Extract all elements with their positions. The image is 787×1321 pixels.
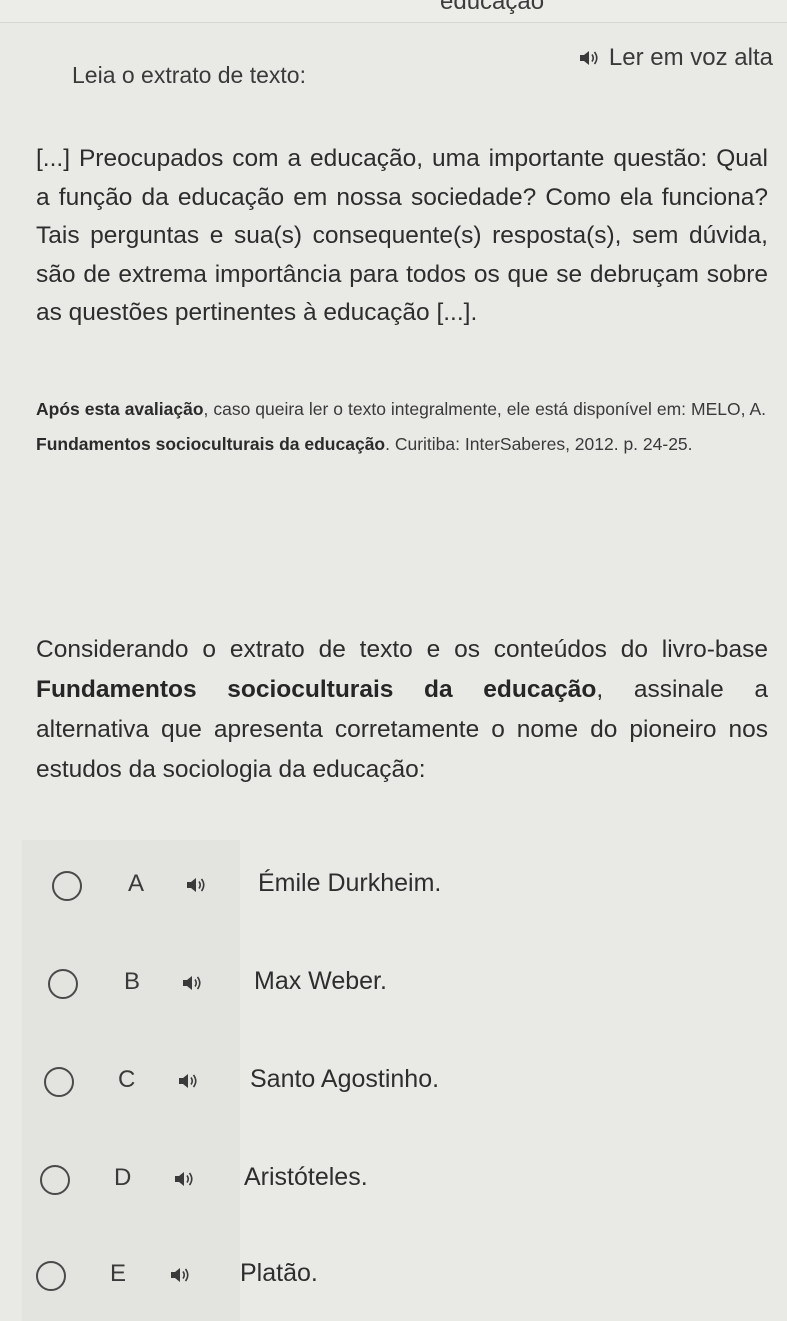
option-text: Max Weber.	[254, 967, 387, 995]
radio-icon[interactable]	[40, 1165, 70, 1195]
option-letter: D	[114, 1164, 132, 1191]
speaker-icon[interactable]	[170, 1266, 192, 1284]
option-text: Émile Durkheim.	[258, 869, 442, 897]
read-aloud-button[interactable]: Ler em voz alta	[579, 44, 773, 72]
radio-icon[interactable]	[36, 1261, 66, 1291]
option-d[interactable]: D Aristóteles.	[0, 1150, 560, 1210]
speaker-icon[interactable]	[178, 1072, 200, 1090]
radio-icon[interactable]	[44, 1067, 74, 1097]
radio-icon[interactable]	[52, 871, 82, 901]
source-citation: Após esta avaliação, caso queira ler o t…	[36, 392, 766, 462]
option-text: Platão.	[240, 1259, 318, 1287]
option-e[interactable]: E Platão.	[0, 1246, 560, 1306]
read-aloud-label: Ler em voz alta	[608, 44, 773, 71]
speaker-icon[interactable]	[186, 876, 208, 894]
source-text-2: . Curitiba: InterSaberes, 2012. p. 24-25…	[385, 434, 693, 454]
option-letter: B	[124, 968, 141, 995]
question-book-title: Fundamentos socioculturais da educação	[36, 676, 597, 703]
option-letter: C	[118, 1066, 136, 1093]
source-text-1: , caso queira ler o texto integralmente,…	[203, 399, 766, 419]
speaker-icon[interactable]	[174, 1170, 196, 1188]
text-excerpt: [...] Preocupados com a educação, uma im…	[36, 145, 768, 326]
question-text: Considerando o extrato de texto e os con…	[36, 630, 768, 790]
option-a[interactable]: A Émile Durkheim.	[0, 856, 560, 916]
option-text: Santo Agostinho.	[250, 1065, 440, 1093]
source-book-title: Fundamentos socioculturais da educação	[36, 434, 386, 454]
source-bold-lead: Após esta avaliação	[36, 399, 204, 419]
option-letter: A	[128, 870, 145, 897]
instruction-text: Leia o extrato de texto:	[72, 62, 306, 88]
speaker-icon[interactable]	[182, 974, 204, 992]
option-b[interactable]: B Max Weber.	[0, 954, 560, 1014]
radio-icon[interactable]	[48, 969, 78, 999]
top-bar: educação	[0, 0, 787, 23]
speaker-icon	[579, 49, 601, 67]
option-c[interactable]: C Santo Agostinho.	[0, 1052, 560, 1112]
option-text: Aristóteles.	[244, 1163, 368, 1191]
question-text-1: Considerando o extrato de texto e os con…	[36, 636, 768, 663]
option-letter: E	[110, 1260, 127, 1287]
partial-title: educação	[440, 0, 545, 15]
